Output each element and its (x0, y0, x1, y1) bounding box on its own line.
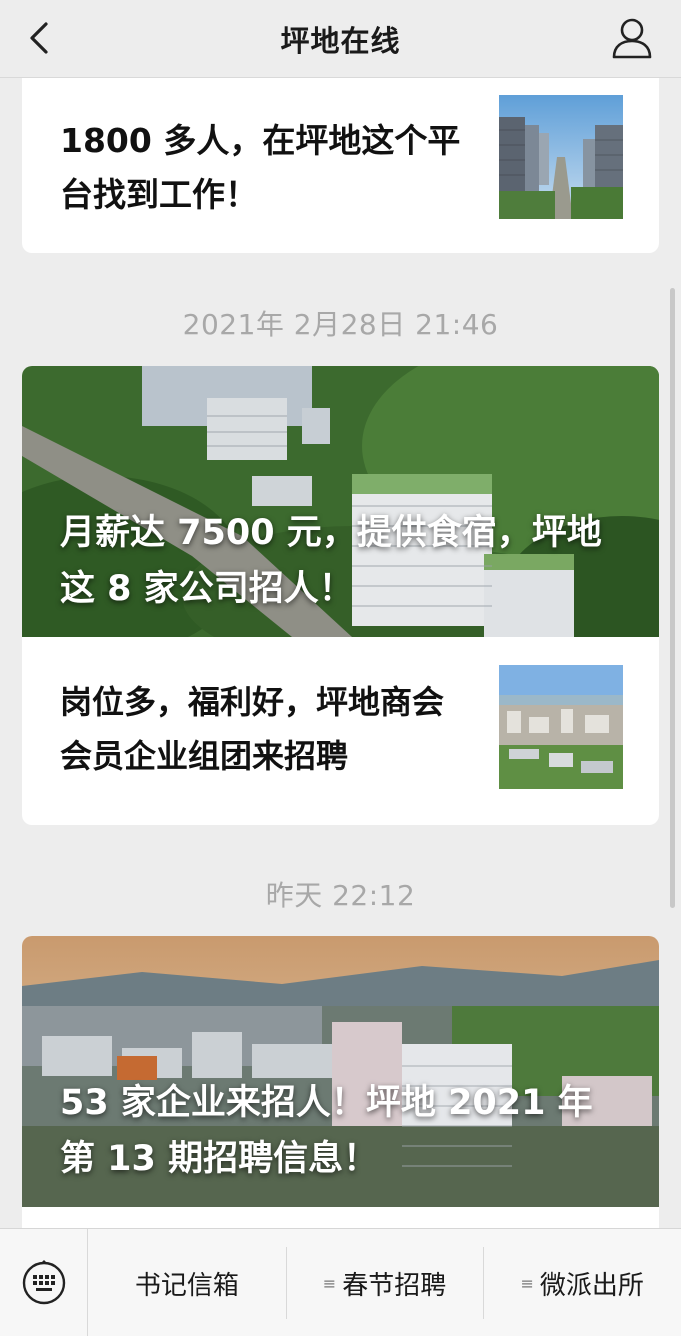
cover-article[interactable]: 月薪达 7500 元，提供食宿，坪地这 8 家公司招人！ (22, 366, 659, 637)
cover-article-title: 53 家企业来招人！坪地 2021 年第 13 期招聘信息！ (60, 1083, 593, 1179)
chevron-left-icon (30, 22, 48, 54)
message-timestamp: 昨天 22:12 (265, 879, 416, 912)
person-icon (612, 18, 652, 59)
submenu-icon: ≡ (520, 1273, 534, 1293)
back-button[interactable] (22, 18, 62, 58)
top-navbar: 坪地在线 (0, 0, 681, 78)
article-title: 岗位多，福利好，坪地商会会员企业组团来招聘 (60, 683, 445, 775)
submenu-icon: ≡ (322, 1273, 337, 1293)
article-card: 1800 多人，在坪地这个平台找到工作！ (22, 78, 659, 253)
article-title: 1800 多人，在坪地这个平台找到工作！ (60, 121, 461, 214)
article-row[interactable]: 1800 多人，在坪地这个平台找到工作！ (22, 78, 659, 253)
menu-item-secretary-mailbox[interactable]: 书记信箱 (88, 1229, 286, 1336)
menu-item-label: 春节招聘 (342, 1270, 447, 1301)
profile-button[interactable] (611, 16, 653, 60)
cover-article-title: 月薪达 7500 元，提供食宿，坪地这 8 家公司招人！ (60, 513, 602, 609)
article-group-card: 53 家企业来招人！坪地 2021 年第 13 期招聘信息！ (22, 936, 659, 1228)
article-row[interactable]: 岗位多，福利好，坪地商会会员企业组团来招聘 (22, 637, 659, 824)
menu-item-police-station[interactable]: ≡ 微派出所 (483, 1229, 681, 1336)
cover-article[interactable]: 53 家企业来招人！坪地 2021 年第 13 期招聘信息！ (22, 936, 659, 1207)
message-list[interactable]: 1800 多人，在坪地这个平台找到工作！ 2021年 2月28日 21:46 月… (0, 78, 681, 1228)
article-thumbnail (499, 95, 623, 219)
keyboard-icon (22, 1260, 65, 1305)
scrollbar[interactable] (670, 288, 675, 908)
article-group-card: 月薪达 7500 元，提供食宿，坪地这 8 家公司招人！ 岗位多，福利好，坪地商… (22, 366, 659, 825)
bottom-menu-bar: 书记信箱 ≡ 春节招聘 ≡ 微派出所 (0, 1228, 681, 1336)
message-timestamp: 2021年 2月28日 21:46 (182, 308, 499, 341)
menu-item-label: 微派出所 (539, 1270, 644, 1301)
official-account-screen: 坪地在线 1800 多人，在坪地这个平台找到工作！ 2021年 2月28日 21… (0, 0, 681, 1336)
menu-item-label: 书记信箱 (134, 1270, 239, 1301)
page-title: 坪地在线 (280, 23, 401, 58)
menu-item-spring-recruitment[interactable]: ≡ 春节招聘 (285, 1229, 484, 1336)
keyboard-toggle-button[interactable] (0, 1229, 88, 1336)
article-thumbnail (499, 665, 623, 789)
